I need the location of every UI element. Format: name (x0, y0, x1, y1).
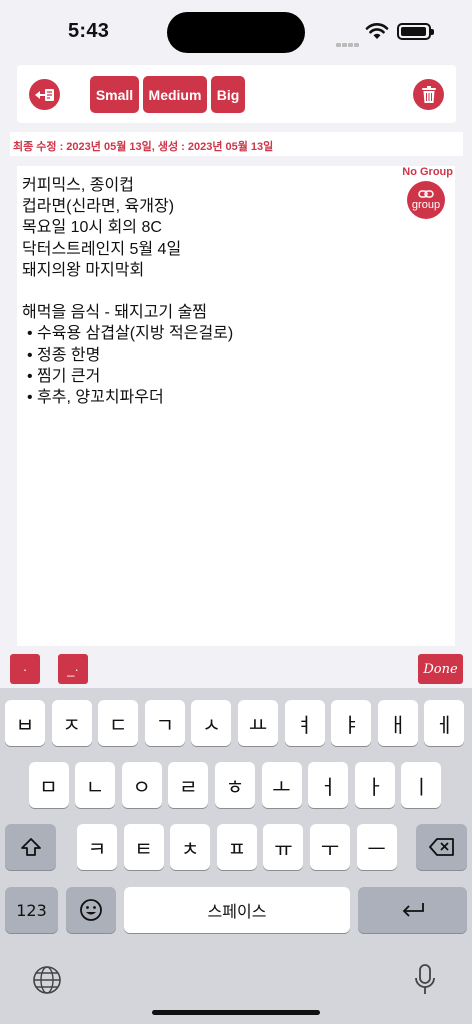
key-row3-4[interactable]: ㅠ (263, 824, 304, 870)
battery-icon (397, 23, 434, 40)
backspace-icon (428, 838, 454, 856)
key-row2-7[interactable]: ㅏ (354, 762, 395, 808)
signal-icon (336, 34, 360, 52)
key-row2-3[interactable]: ㄹ (168, 762, 209, 808)
key-row2-5[interactable]: ㅗ (261, 762, 302, 808)
note-line: 돼지의왕 마지막회 (22, 261, 145, 279)
numbers-key[interactable]: 123 (5, 887, 58, 933)
key-row3-5[interactable]: ㅜ (310, 824, 350, 870)
toolbar: Small Medium Big (17, 65, 456, 123)
key-row2-1[interactable]: ㄴ (75, 762, 116, 808)
delete-button[interactable] (413, 79, 444, 110)
date-info: 최종 수정 : 2023년 05월 13일, 생성 : 2023년 05월 13… (10, 132, 463, 156)
trash-icon (421, 85, 436, 103)
done-button[interactable]: Done (418, 654, 463, 684)
note-line (22, 281, 233, 302)
key-row2-4[interactable]: ㅎ (214, 762, 255, 808)
status-time: 5:43 (68, 20, 110, 42)
return-key[interactable] (358, 887, 467, 933)
shift-icon (20, 838, 41, 856)
group-status-label: No Group (402, 166, 453, 178)
key-row1-0[interactable]: ㅂ (5, 700, 45, 746)
key-row3-6[interactable]: ㅡ (356, 824, 397, 870)
key-row1-6[interactable]: ㅕ (284, 700, 325, 746)
key-row3-1[interactable]: ㅌ (123, 824, 164, 870)
big-size-button[interactable]: Big (211, 76, 245, 113)
insert-underscore-button[interactable]: _· (58, 654, 88, 684)
key-row1-5[interactable]: ㅛ (238, 700, 278, 746)
return-icon (402, 903, 424, 917)
key-row3-3[interactable]: ㅍ (216, 824, 257, 870)
back-edit-button[interactable] (29, 79, 60, 110)
emoji-icon (80, 899, 102, 921)
note-line: • 찜기 큰거 (27, 367, 101, 385)
mic-icon[interactable] (414, 963, 436, 997)
key-row3-2[interactable]: ㅊ (170, 824, 211, 870)
insert-dot-button[interactable]: · (10, 654, 40, 684)
note-line: 목요일 10시 회의 8C (22, 219, 162, 237)
keyboard-accessory-bar: · _· Done (0, 646, 472, 688)
key-row2-8[interactable]: ㅣ (401, 762, 442, 808)
backspace-key[interactable] (416, 824, 467, 870)
back-edit-icon (34, 88, 54, 101)
shift-key[interactable] (5, 824, 56, 870)
wifi-icon (365, 23, 389, 39)
key-row3-0[interactable]: ㅋ (77, 824, 117, 870)
key-row1-4[interactable]: ㅅ (191, 700, 232, 746)
note-line: • 수육용 삼겹살(지방 적은걸로) (27, 325, 234, 343)
key-row2-6[interactable]: ㅓ (308, 762, 349, 808)
key-row2-2[interactable]: ㅇ (121, 762, 162, 808)
key-row1-9[interactable]: ㅔ (424, 700, 465, 746)
status-bar: 5:43 (0, 0, 472, 64)
group-button[interactable]: group (407, 181, 445, 219)
home-indicator (152, 1010, 320, 1015)
korean-keyboard: 123 스페이스 ㅂㅈㄷㄱㅅㅛㅕㅑㅐㅔㅁㄴㅇㄹㅎㅗㅓㅏㅣㅋㅌㅊㅍㅠㅜㅡ (0, 688, 472, 1024)
space-key[interactable]: 스페이스 (124, 887, 350, 933)
key-row1-8[interactable]: ㅐ (377, 700, 418, 746)
key-row1-1[interactable]: ㅈ (51, 700, 92, 746)
note-line: 컵라면(신라면, 육개장) (22, 198, 175, 216)
medium-size-button[interactable]: Medium (143, 76, 207, 113)
note-line: 커피믹스, 종이컵 (22, 177, 134, 194)
key-row2-0[interactable]: ㅁ (28, 762, 69, 808)
link-icon (418, 189, 434, 198)
note-text[interactable]: 커피믹스, 종이컵컵라면(신라면, 육개장) 목요일 10시 회의 8C 닥터스트레… (22, 175, 233, 408)
note-line: • 후추, 양꼬치파우더 (27, 388, 164, 406)
note-line: 닥터스트레인지 5월 4일 (22, 240, 182, 258)
key-row1-3[interactable]: ㄱ (144, 700, 185, 746)
note-editor[interactable]: 커피믹스, 종이컵컵라면(신라면, 육개장) 목요일 10시 회의 8C 닥터스트레… (17, 166, 455, 646)
note-line: • 정종 한명 (27, 346, 101, 364)
globe-icon[interactable] (32, 965, 62, 995)
emoji-key[interactable] (66, 887, 116, 933)
note-line: 해먹을 음식 - 돼지고기 술찜 (22, 304, 208, 322)
dynamic-island (167, 12, 305, 53)
group-button-label: group (411, 198, 441, 211)
key-row1-2[interactable]: ㄷ (98, 700, 139, 746)
small-size-button[interactable]: Small (90, 76, 139, 113)
key-row1-7[interactable]: ㅑ (331, 700, 372, 746)
